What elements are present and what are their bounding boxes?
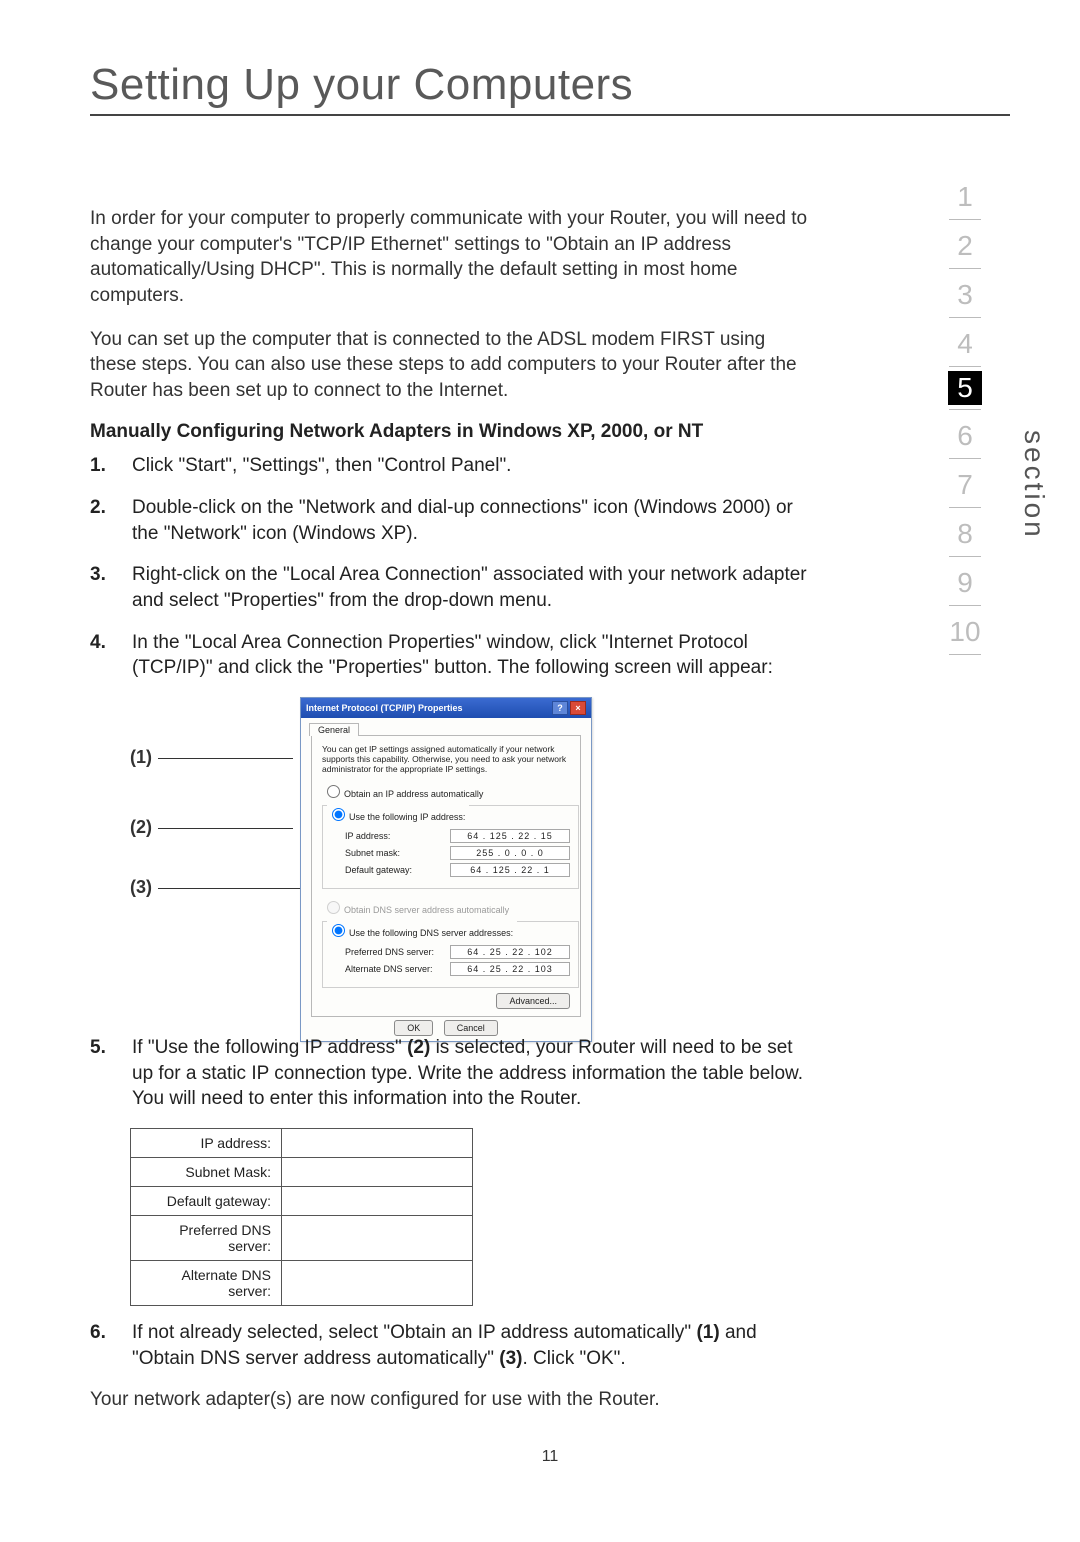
close-icon[interactable]: ×	[570, 701, 586, 715]
nav-9[interactable]: 9	[920, 561, 1010, 601]
address-worksheet: IP address: Subnet Mask: Default gateway…	[130, 1128, 473, 1306]
alternate-dns-field[interactable]: 64 . 25 . 22 . 103	[450, 962, 570, 976]
step-2: Double-click on the "Network and dial-up…	[90, 495, 810, 546]
nav-4[interactable]: 4	[920, 322, 1010, 362]
radio-use-dns[interactable]: Use the following DNS server addresses:	[327, 920, 517, 938]
nav-8[interactable]: 8	[920, 512, 1010, 552]
page-title: Setting Up your Computers	[90, 60, 1010, 110]
intro-para-2: You can set up the computer that is conn…	[90, 327, 810, 404]
label-adns: Alternate DNS server:	[345, 964, 450, 974]
radio-use-ip-input[interactable]	[332, 808, 345, 821]
nav-2[interactable]: 2	[920, 224, 1010, 264]
nav-3[interactable]: 3	[920, 273, 1010, 313]
nav-6[interactable]: 6	[920, 414, 1010, 454]
dialog-figure: (1) (2) (3) Internet Protocol (TCP/IP) P…	[130, 697, 810, 1017]
radio-obtain-dns-auto[interactable]: Obtain DNS server address automatically	[322, 897, 570, 915]
worksheet-label-ip: IP address:	[131, 1128, 282, 1157]
label-ip: IP address:	[345, 831, 450, 841]
section-label: section	[1018, 430, 1050, 540]
radio-obtain-dns-auto-input	[327, 901, 340, 914]
dialog-titlebar: Internet Protocol (TCP/IP) Properties ?×	[301, 698, 591, 718]
subnet-mask-field[interactable]: 255 . 0 . 0 . 0	[450, 846, 570, 860]
worksheet-val-gw[interactable]	[282, 1186, 473, 1215]
ip-address-field[interactable]: 64 . 125 . 22 . 15	[450, 829, 570, 843]
radio-use-dns-input[interactable]	[332, 924, 345, 937]
default-gateway-field[interactable]: 64 . 125 . 22 . 1	[450, 863, 570, 877]
preferred-dns-field[interactable]: 64 . 25 . 22 . 102	[450, 945, 570, 959]
radio-obtain-ip-auto-input[interactable]	[327, 785, 340, 798]
nav-7[interactable]: 7	[920, 463, 1010, 503]
callout-3: (3)	[130, 877, 306, 898]
ok-button[interactable]: OK	[394, 1020, 433, 1036]
step-4: In the "Local Area Connection Properties…	[90, 630, 810, 681]
label-gw: Default gateway:	[345, 865, 450, 875]
radio-use-ip[interactable]: Use the following IP address:	[327, 804, 469, 822]
callout-2: (2)	[130, 817, 293, 838]
worksheet-val-ip[interactable]	[282, 1128, 473, 1157]
step-3: Right-click on the "Local Area Connectio…	[90, 562, 810, 613]
dialog-blurb: You can get IP settings assigned automat…	[322, 744, 570, 775]
tab-general[interactable]: General	[309, 723, 359, 736]
use-ip-fieldset: Use the following IP address: IP address…	[322, 805, 579, 889]
intro-para-1: In order for your computer to properly c…	[90, 206, 810, 309]
page-number: 11	[90, 1448, 1010, 1466]
use-dns-fieldset: Use the following DNS server addresses: …	[322, 921, 579, 988]
cancel-button[interactable]: Cancel	[444, 1020, 498, 1036]
worksheet-val-mask[interactable]	[282, 1157, 473, 1186]
subheading: Manually Configuring Network Adapters in…	[90, 421, 810, 443]
closing: Your network adapter(s) are now configur…	[90, 1387, 810, 1413]
tcpip-properties-dialog: Internet Protocol (TCP/IP) Properties ?×…	[300, 697, 592, 1042]
nav-5-active[interactable]: 5	[948, 371, 982, 405]
worksheet-label-pdns: Preferred DNS server:	[131, 1215, 282, 1260]
step-1: Click "Start", "Settings", then "Control…	[90, 453, 810, 479]
label-pdns: Preferred DNS server:	[345, 947, 450, 957]
worksheet-label-gw: Default gateway:	[131, 1186, 282, 1215]
step-6: If not already selected, select "Obtain …	[90, 1320, 810, 1371]
label-mask: Subnet mask:	[345, 848, 450, 858]
worksheet-label-mask: Subnet Mask:	[131, 1157, 282, 1186]
help-icon[interactable]: ?	[552, 701, 568, 715]
advanced-button[interactable]: Advanced...	[496, 993, 570, 1009]
dialog-title: Internet Protocol (TCP/IP) Properties	[306, 703, 463, 713]
section-nav: 1 2 3 4 5 6 7 8 9 10	[920, 175, 1010, 659]
title-rule	[90, 114, 1010, 116]
callout-1: (1)	[130, 747, 293, 768]
nav-1[interactable]: 1	[920, 175, 1010, 215]
worksheet-label-adns: Alternate DNS server:	[131, 1260, 282, 1305]
radio-obtain-ip-auto[interactable]: Obtain an IP address automatically	[322, 781, 570, 799]
worksheet-val-pdns[interactable]	[282, 1215, 473, 1260]
step-5: If "Use the following IP address" (2) is…	[90, 1035, 810, 1112]
nav-10[interactable]: 10	[920, 610, 1010, 650]
worksheet-val-adns[interactable]	[282, 1260, 473, 1305]
